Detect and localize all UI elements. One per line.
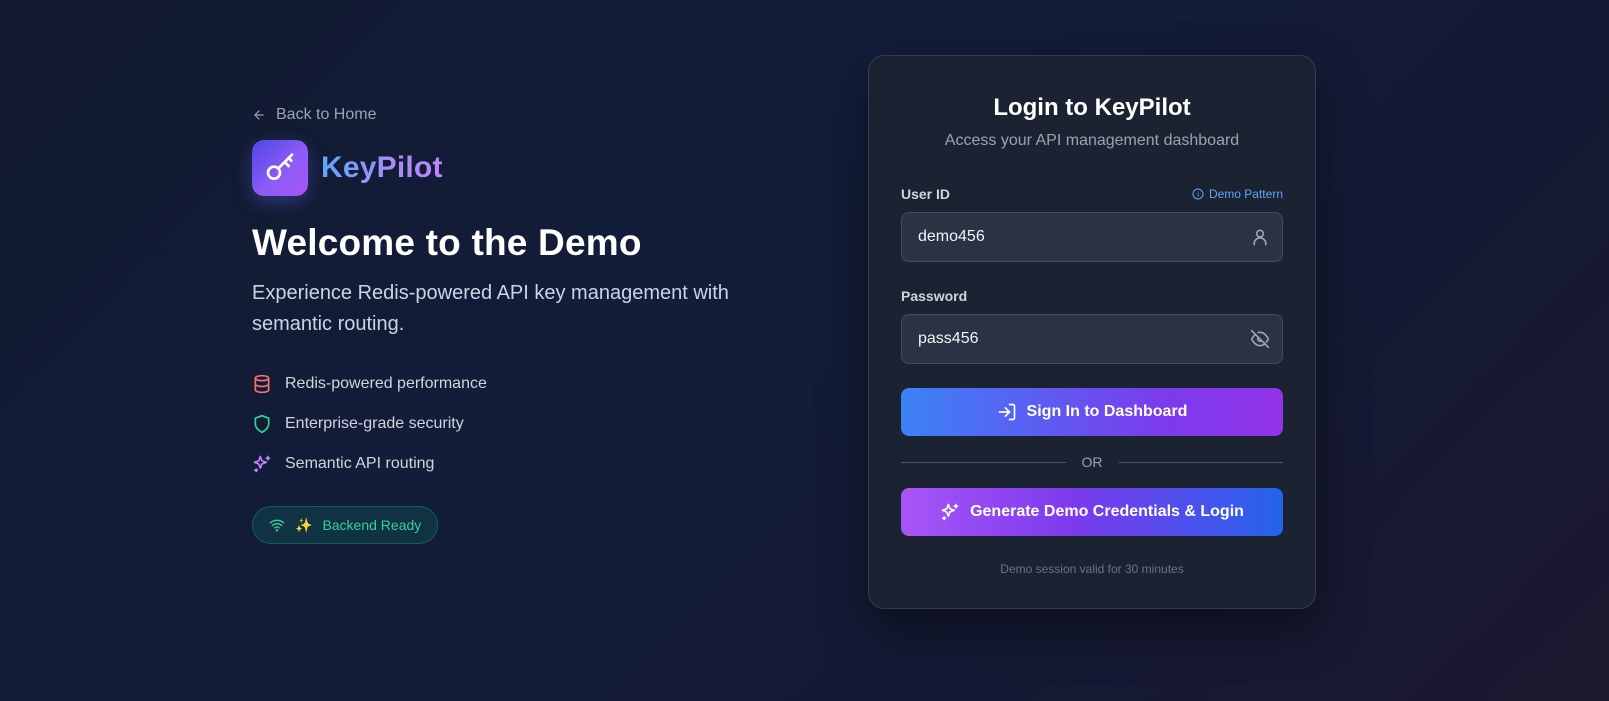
feature-label: Semantic API routing [285, 455, 435, 472]
divider-line [901, 461, 1066, 463]
divider-line [1118, 461, 1283, 463]
feature-list: Redis-powered performance Enterprise-gra… [252, 364, 772, 484]
feature-item-routing: Semantic API routing [252, 444, 772, 484]
feature-item-performance: Redis-powered performance [252, 364, 772, 404]
shield-icon [254, 414, 270, 434]
database-icon [254, 374, 270, 394]
welcome-title: Welcome to the Demo [252, 222, 642, 263]
generate-demo-credentials-button[interactable]: Generate Demo Credentials & Login [901, 488, 1283, 536]
password-label: Password [901, 288, 968, 304]
key-icon [266, 153, 294, 180]
sign-in-button[interactable]: Sign In to Dashboard [901, 388, 1283, 436]
divider-label: OR [1081, 454, 1103, 470]
logo [252, 140, 308, 196]
sign-in-label: Sign In to Dashboard [1026, 403, 1188, 420]
brand: KeyPilot [252, 140, 772, 196]
sparkles-icon [253, 455, 271, 473]
log-in-icon [998, 403, 1015, 421]
login-card: Login to KeyPilot Access your API manage… [868, 55, 1316, 609]
user-id-field [901, 212, 1283, 262]
sparkles-icon [941, 503, 959, 521]
backend-status-label: Backend Ready [322, 517, 422, 533]
demo-pattern-label: Demo Pattern [1208, 187, 1283, 201]
feature-label: Redis-powered performance [285, 375, 487, 392]
login-title: Login to KeyPilot [993, 94, 1191, 121]
sparkle-emoji: ✨ [295, 516, 313, 533]
password-field [901, 314, 1283, 364]
user-id-label: User ID [901, 186, 951, 202]
eye-off-icon[interactable] [1250, 329, 1270, 349]
feature-item-security: Enterprise-grade security [252, 404, 772, 444]
user-id-input[interactable] [902, 228, 1232, 246]
wifi-icon [269, 519, 285, 532]
back-to-home-label: Back to Home [276, 106, 377, 123]
arrow-left-icon [254, 110, 264, 120]
demo-pattern-link[interactable]: Demo Pattern [1192, 187, 1283, 201]
intro-panel: Back to Home KeyPilot Welcome to the Dem… [252, 106, 772, 544]
login-subtitle: Access your API management dashboard [944, 132, 1240, 149]
feature-label: Enterprise-grade security [285, 415, 464, 432]
backend-status-badge: ✨ Backend Ready [252, 506, 439, 544]
generate-demo-label: Generate Demo Credentials & Login [970, 503, 1244, 520]
back-to-home-link[interactable]: Back to Home [252, 106, 772, 124]
user-icon [1253, 229, 1267, 246]
intro-subtitle: Experience Redis-powered API key managem… [252, 282, 729, 335]
info-icon [1192, 188, 1204, 200]
brand-name: KeyPilot [321, 151, 443, 184]
session-footnote: Demo session valid for 30 minutes [1000, 562, 1184, 576]
password-input[interactable] [902, 330, 1232, 348]
or-divider: OR [901, 452, 1283, 472]
